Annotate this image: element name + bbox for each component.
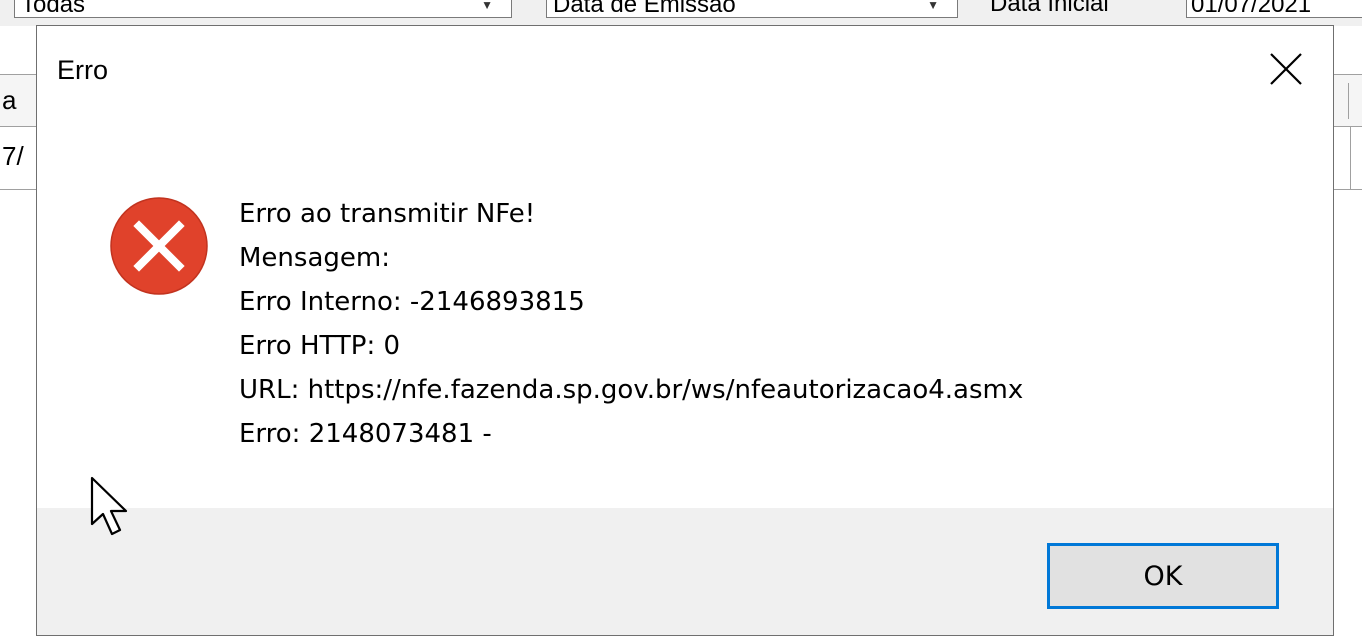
date-type-combo-value: Data de Emissão (553, 0, 736, 18)
filter-combo-value: Todas (21, 0, 86, 18)
error-icon (109, 196, 209, 296)
grid-header-cell: a (2, 85, 17, 115)
message-line: URL: https://nfe.fazenda.sp.gov.br/ws/nf… (239, 375, 1024, 405)
chevron-down-icon: ▼ (481, 0, 493, 12)
start-date-label: Data Inicial (990, 0, 1109, 17)
grid-column-divider (1350, 127, 1351, 189)
close-icon (1270, 53, 1302, 85)
error-message: Erro ao transmitir NFe! Mensagem: Erro I… (239, 192, 1023, 456)
message-line: Erro: 2148073481 - (239, 419, 492, 449)
message-line: Erro Interno: -2146893815 (239, 287, 585, 317)
grid-row-cell: 7/ (2, 141, 24, 171)
start-date-field[interactable]: 01/07/2021 (1186, 0, 1362, 18)
ok-button-label: OK (1143, 560, 1183, 592)
date-type-combo[interactable]: Data de Emissão ▼ (546, 0, 958, 18)
message-line: Mensagem: (239, 243, 390, 273)
filter-toolbar: Todas ▼ Data de Emissão ▼ Data Inicial 0… (0, 0, 1362, 26)
message-line: Erro ao transmitir NFe! (239, 199, 536, 229)
filter-combo[interactable]: Todas ▼ (14, 0, 512, 18)
chevron-down-icon: ▼ (927, 0, 939, 12)
dialog-body: Erro ao transmitir NFe! Mensagem: Erro I… (37, 116, 1333, 508)
message-line: Erro HTTP: 0 (239, 331, 401, 361)
dialog-title: Erro (57, 55, 109, 85)
dialog-footer: OK (37, 508, 1333, 635)
mouse-pointer-icon (90, 476, 128, 536)
grid-column-divider (1348, 83, 1349, 119)
close-button[interactable] (1259, 44, 1313, 94)
ok-button[interactable]: OK (1047, 543, 1279, 609)
error-dialog: Erro Erro ao transmitir NFe! Mensagem: E… (36, 25, 1334, 636)
